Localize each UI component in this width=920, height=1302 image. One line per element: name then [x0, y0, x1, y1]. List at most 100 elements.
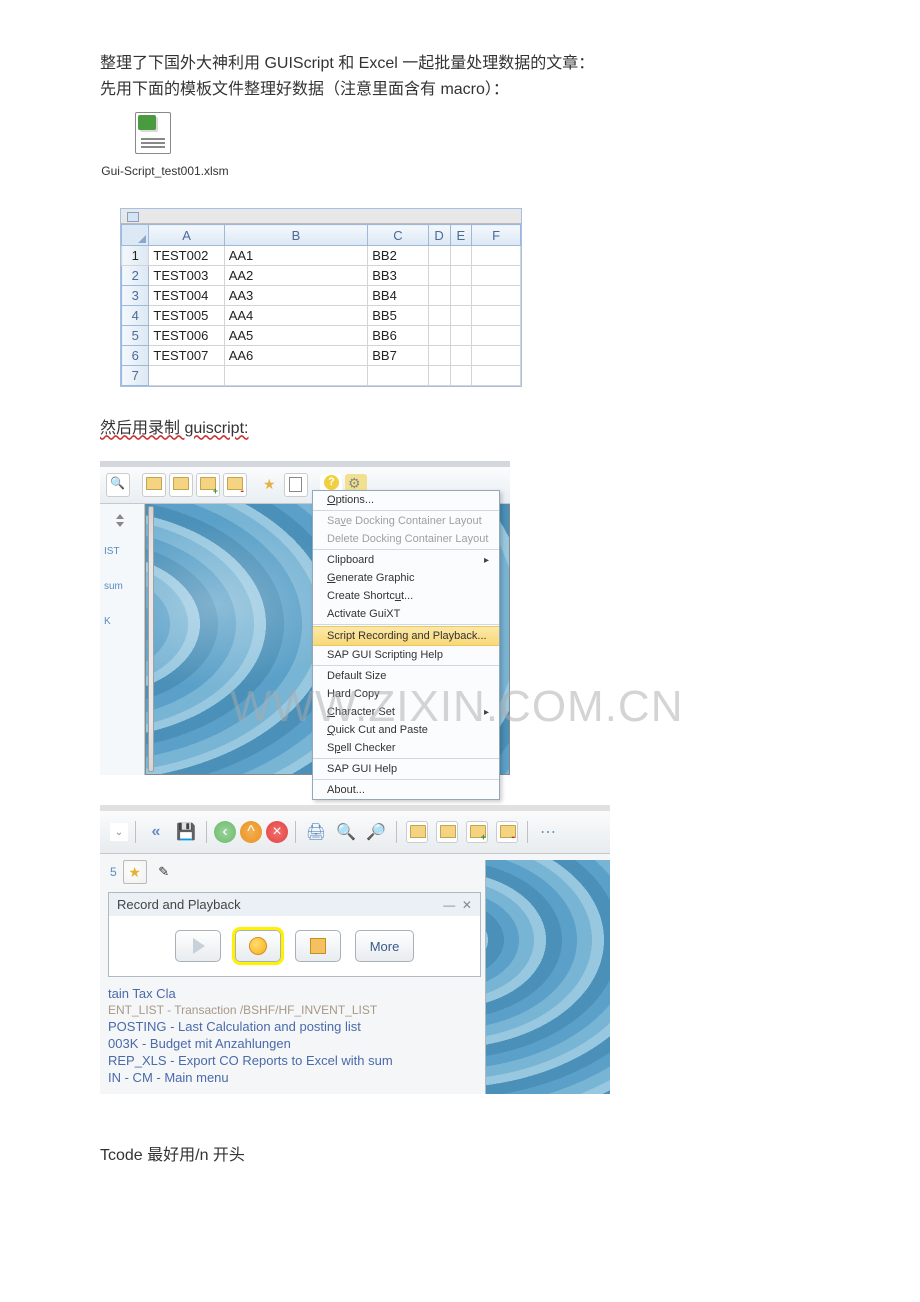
folder-nav-1[interactable] [404, 819, 430, 845]
star-icon[interactable]: ★ [123, 860, 147, 884]
cell[interactable] [428, 326, 450, 346]
file-attachment[interactable] [135, 112, 820, 159]
toolbar-overflow[interactable]: ⋯ [535, 819, 561, 845]
cell[interactable] [472, 366, 521, 386]
cell[interactable]: TEST006 [149, 326, 224, 346]
dropdown-icon[interactable]: ⌄ [110, 823, 128, 841]
folder-icon-1[interactable] [142, 473, 166, 497]
cell[interactable] [428, 286, 450, 306]
folder-nav-4[interactable] [494, 819, 520, 845]
menu-item[interactable]: SAP GUI Scripting Help [313, 646, 499, 664]
play-button[interactable] [175, 930, 221, 962]
nav-up-icon[interactable]: ^ [240, 821, 262, 843]
cell[interactable]: BB3 [368, 266, 428, 286]
menu-item[interactable]: Character Set [313, 703, 499, 721]
cell[interactable]: TEST007 [149, 346, 224, 366]
menu-item[interactable]: Generate Graphic [313, 569, 499, 587]
cell[interactable]: TEST004 [149, 286, 224, 306]
cell[interactable]: AA2 [224, 266, 368, 286]
cell[interactable]: BB4 [368, 286, 428, 306]
cell[interactable] [428, 266, 450, 286]
cell[interactable] [472, 266, 521, 286]
select-all-corner[interactable] [122, 225, 149, 246]
cell[interactable]: BB5 [368, 306, 428, 326]
cell[interactable] [450, 366, 472, 386]
cell[interactable] [368, 366, 428, 386]
cell[interactable]: AA6 [224, 346, 368, 366]
row-header[interactable]: 2 [122, 266, 149, 286]
cell[interactable] [472, 246, 521, 266]
row-header[interactable]: 1 [122, 246, 149, 266]
col-header-c[interactable]: C [368, 225, 428, 246]
find-icon-2[interactable]: 🔍 [333, 819, 359, 845]
menu-item[interactable]: Script Recording and Playback... [313, 626, 499, 646]
cell[interactable] [428, 246, 450, 266]
menu-item[interactable]: Default Size [313, 667, 499, 685]
cancel-icon[interactable]: × [266, 821, 288, 843]
col-header-e[interactable]: E [450, 225, 472, 246]
edit-icon[interactable]: ✎ [153, 861, 175, 883]
cell[interactable]: BB7 [368, 346, 428, 366]
cell[interactable] [149, 366, 224, 386]
print-icon[interactable]: 🖨 [303, 819, 329, 845]
menu-item[interactable]: Spell Checker [313, 739, 499, 757]
save-icon[interactable]: 💾 [173, 819, 199, 845]
stop-button[interactable] [295, 930, 341, 962]
cell[interactable] [472, 346, 521, 366]
row-header[interactable]: 6 [122, 346, 149, 366]
list-item[interactable]: IN - CM - Main menu [108, 1069, 481, 1086]
more-button[interactable]: More [355, 930, 415, 962]
col-header-a[interactable]: A [149, 225, 224, 246]
cell[interactable] [224, 366, 368, 386]
cell[interactable]: TEST005 [149, 306, 224, 326]
list-item[interactable]: REP_XLS - Export CO Reports to Excel wit… [108, 1052, 481, 1069]
cell[interactable]: BB2 [368, 246, 428, 266]
list-item[interactable]: POSTING - Last Calculation and posting l… [108, 1018, 481, 1035]
list-item[interactable]: ENT_LIST - Transaction /BSHF/HF_INVENT_L… [108, 1002, 481, 1018]
cell[interactable] [450, 286, 472, 306]
cell[interactable] [472, 326, 521, 346]
cell[interactable]: AA4 [224, 306, 368, 326]
folder-remove-icon[interactable] [223, 473, 247, 497]
cell[interactable] [428, 366, 450, 386]
cell[interactable] [428, 306, 450, 326]
doc-icon[interactable] [284, 473, 308, 497]
cell[interactable] [450, 266, 472, 286]
menu-item[interactable]: Hard Copy [313, 685, 499, 703]
cell[interactable] [450, 246, 472, 266]
cell[interactable]: AA1 [224, 246, 368, 266]
cell[interactable] [472, 286, 521, 306]
col-header-f[interactable]: F [472, 225, 521, 246]
cell[interactable]: TEST002 [149, 246, 224, 266]
folder-nav-3[interactable] [464, 819, 490, 845]
cell[interactable] [428, 346, 450, 366]
folder-add-icon[interactable] [196, 473, 220, 497]
menu-item[interactable]: SAP GUI Help [313, 760, 499, 778]
menu-item[interactable]: Activate GuiXT [313, 605, 499, 623]
row-header[interactable]: 7 [122, 366, 149, 386]
cell[interactable] [472, 306, 521, 326]
list-item[interactable]: 003K - Budget mit Anzahlungen [108, 1035, 481, 1052]
row-header[interactable]: 5 [122, 326, 149, 346]
menu-item[interactable]: Quick Cut and Paste [313, 721, 499, 739]
cell[interactable]: AA5 [224, 326, 368, 346]
menu-item[interactable]: Options... [313, 491, 499, 509]
back-icon[interactable]: « [143, 819, 169, 845]
list-item[interactable]: tain Tax Cla [108, 985, 481, 1002]
row-header[interactable]: 4 [122, 306, 149, 326]
folder-nav-2[interactable] [434, 819, 460, 845]
dialog-close-icons[interactable]: — ✕ [443, 898, 472, 912]
cell[interactable]: BB6 [368, 326, 428, 346]
favorite-icon[interactable] [259, 474, 281, 496]
cell[interactable]: TEST003 [149, 266, 224, 286]
cell[interactable] [450, 326, 472, 346]
col-header-d[interactable]: D [428, 225, 450, 246]
col-header-b[interactable]: B [224, 225, 368, 246]
menu-item[interactable]: Clipboard [313, 551, 499, 569]
cell[interactable] [450, 346, 472, 366]
menu-item[interactable]: About... [313, 781, 499, 799]
record-button[interactable] [235, 930, 281, 962]
find-icon[interactable] [106, 473, 130, 497]
sap-context-menu[interactable]: Options...Save Docking Container LayoutD… [312, 490, 500, 800]
menu-item[interactable]: Create Shortcut... [313, 587, 499, 605]
